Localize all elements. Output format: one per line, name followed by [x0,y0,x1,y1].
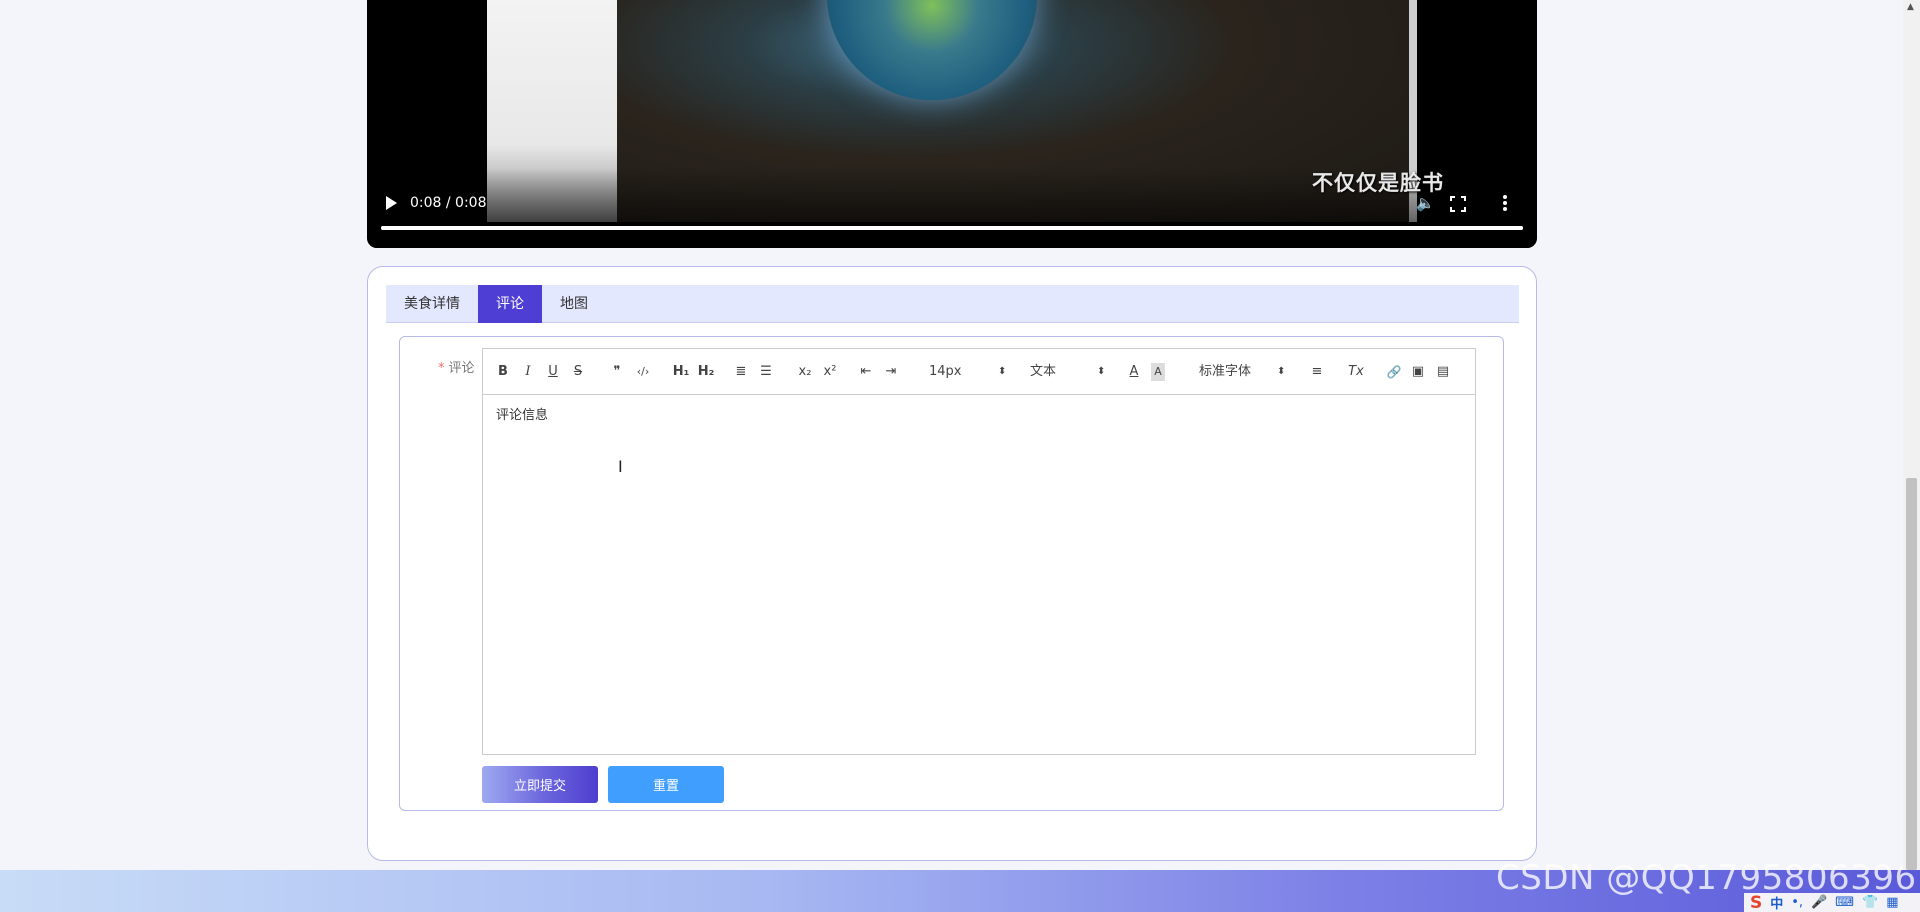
select-arrow-icon: ⬍ [1097,366,1106,377]
link-icon[interactable]: 🔗 [1385,363,1403,381]
page-scrollbar[interactable]: ▲ [1903,0,1920,870]
font-family-value: 标准字体 [1199,364,1252,379]
tab-map[interactable]: 地图 [542,285,606,323]
header-select-value: 文本 [1030,364,1057,379]
font-size-value: 14px [929,364,962,379]
scrollbar-thumb[interactable] [1906,478,1917,870]
toolbox-grid-icon[interactable]: ▦ [1886,895,1898,910]
superscript-icon[interactable]: x² [821,363,839,381]
ime-punctuation-icon[interactable]: •, [1791,895,1803,910]
sogou-logo-icon[interactable]: S [1750,893,1762,912]
select-arrow-icon: ⬍ [998,366,1007,377]
bullet-list-icon[interactable]: ☰ [758,363,774,381]
ime-toolbar: S 中 •, 🎤 ⌨ 👕 ▦ [1744,893,1920,912]
video-progress-fill [381,226,1523,230]
strikethrough-icon[interactable]: S [572,363,584,381]
video-time: 0:08 / 0:08 [410,195,487,211]
video-subtitle: 不仅仅是脸书 [1312,171,1444,195]
align-icon[interactable]: ≡ [1309,363,1325,381]
content-card: 美食详情 评论 地图 * 评论 B I U S ❞ ‹/› H₁ H₂ ≣ ☰ x… [367,266,1537,861]
font-size-select[interactable]: 14px ⬍ [929,363,1009,381]
text-color-icon[interactable]: A [1127,363,1141,381]
blockquote-icon[interactable]: ❞ [609,363,625,381]
heading-1-icon[interactable]: H₁ [671,363,691,381]
required-mark: * [438,361,445,376]
text-cursor-icon: I [618,457,623,476]
bold-icon[interactable]: B [497,363,509,381]
tab-food-details[interactable]: 美食详情 [386,285,478,323]
video-progress-bar[interactable] [381,226,1523,230]
image-icon[interactable]: ▣ [1410,363,1426,381]
video-scene-globe [827,0,1037,100]
csdn-watermark: CSDN @QQ1795806396 [1496,858,1917,898]
code-block-icon[interactable]: ‹/› [633,363,653,381]
more-vertical-icon[interactable] [1501,193,1509,213]
reset-button[interactable]: 重置 [608,766,724,803]
indent-icon[interactable]: ⇥ [883,363,899,381]
fullscreen-icon[interactable] [1449,195,1467,213]
comment-label: * 评论 [438,357,475,376]
italic-icon[interactable]: I [522,363,534,381]
heading-2-icon[interactable]: H₂ [696,363,716,381]
comment-label-text: 评论 [448,361,475,376]
font-family-select[interactable]: 标准字体 ⬍ [1199,363,1289,381]
underline-icon[interactable]: U [547,363,559,381]
video-icon[interactable]: ▤ [1435,363,1451,381]
rich-text-editor: B I U S ❞ ‹/› H₁ H₂ ≣ ☰ x₂ x² ⇤ ⇥ 14px ⬍ [482,348,1476,755]
outdent-icon[interactable]: ⇤ [858,363,874,381]
keyboard-icon[interactable]: ⌨ [1835,895,1854,910]
editor-toolbar: B I U S ❞ ‹/› H₁ H₂ ≣ ☰ x₂ x² ⇤ ⇥ 14px ⬍ [483,349,1475,395]
ime-chinese-mode[interactable]: 中 [1770,893,1783,912]
submit-button[interactable]: 立即提交 [482,766,598,803]
subscript-icon[interactable]: x₂ [796,363,814,381]
volume-icon[interactable]: 🔈 [1416,194,1435,212]
header-select[interactable]: 文本 ⬍ [1030,363,1110,381]
skin-icon[interactable]: 👕 [1862,895,1878,910]
video-player[interactable]: 不仅仅是脸书 0:08 / 0:08 🔈 [367,0,1537,248]
select-arrow-icon: ⬍ [1277,366,1286,377]
background-color-icon[interactable]: A [1151,363,1165,381]
comment-form: * 评论 B I U S ❞ ‹/› H₁ H₂ ≣ ☰ x₂ x² ⇤ ⇥ 14… [399,336,1504,811]
play-icon[interactable] [386,196,397,210]
microphone-icon[interactable]: 🎤 [1811,895,1827,910]
editor-content[interactable]: 评论信息 [483,395,1475,755]
tab-bar: 美食详情 评论 地图 [386,285,1519,323]
ordered-list-icon[interactable]: ≣ [733,363,749,381]
tab-comments[interactable]: 评论 [478,285,542,323]
clear-format-icon[interactable]: Tx [1347,363,1365,381]
scroll-up-icon[interactable]: ▲ [1907,2,1914,12]
